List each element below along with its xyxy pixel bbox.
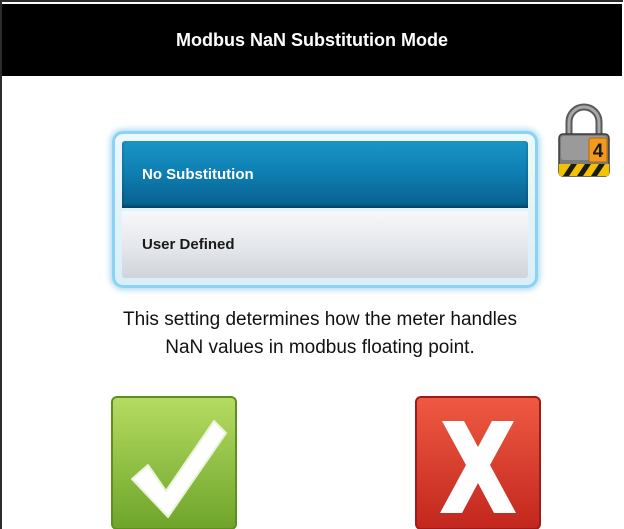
option-user-defined[interactable]: User Defined <box>122 211 528 278</box>
page-title: Modbus NaN Substitution Mode <box>176 29 448 50</box>
description-text: This setting determines how the meter ha… <box>60 306 580 362</box>
description-line-1: This setting determines how the meter ha… <box>123 309 517 330</box>
lock-level-label: 4 <box>593 141 604 162</box>
description-line-2: NaN values in modbus floating point. <box>165 337 475 358</box>
option-label: User Defined <box>142 236 235 253</box>
option-label: No Substitution <box>142 166 254 183</box>
options-list: No Substitution User Defined <box>112 131 538 288</box>
padlock-icon: 4 <box>558 103 610 177</box>
option-no-substitution[interactable]: No Substitution <box>122 141 528 208</box>
title-bar: Modbus NaN Substitution Mode <box>2 4 622 76</box>
ok-button[interactable] <box>110 395 238 529</box>
cancel-button[interactable] <box>414 395 542 529</box>
